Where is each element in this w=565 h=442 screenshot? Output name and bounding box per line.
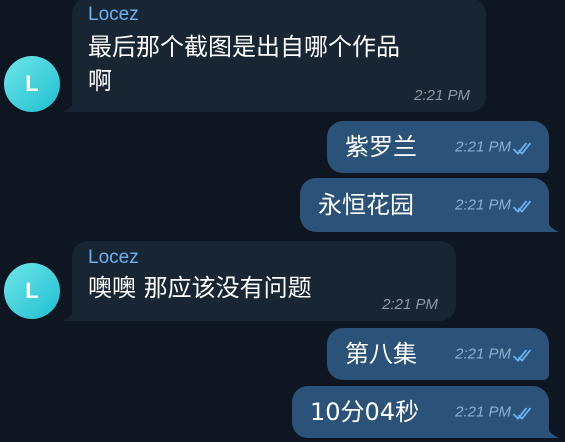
double-check-icon xyxy=(513,407,531,420)
message-text: 最后那个截图是出自哪个作品 啊 xyxy=(88,33,400,95)
avatar[interactable]: L xyxy=(4,56,60,112)
avatar-letter: L xyxy=(25,278,39,303)
incoming-message[interactable]: Locez 最后那个截图是出自哪个作品 啊 2:21 PM xyxy=(72,0,486,112)
double-check-icon xyxy=(513,142,531,155)
sender-name[interactable]: Locez xyxy=(88,4,470,26)
outgoing-message[interactable]: 紫罗兰 2:21 PM xyxy=(327,121,549,173)
avatar-letter: L xyxy=(25,71,39,96)
outgoing-message[interactable]: 永恒花园 2:21 PM xyxy=(300,178,549,232)
outgoing-message[interactable]: 10分04秒 2:21 PM xyxy=(292,386,549,438)
message-time: 2:21 PM xyxy=(414,87,470,104)
double-check-icon xyxy=(513,200,531,213)
message-time: 2:21 PM xyxy=(455,403,511,421)
incoming-message[interactable]: Locez 噢噢 那应该没有问题 2:21 PM xyxy=(72,241,456,321)
bubble-tail xyxy=(545,424,559,438)
message-time: 2:21 PM xyxy=(382,296,438,313)
outgoing-message[interactable]: 第八集 2:21 PM xyxy=(327,328,549,380)
message-time: 2:21 PM xyxy=(455,138,511,156)
double-check-icon xyxy=(513,349,531,362)
bubble-tail xyxy=(545,218,559,232)
avatar[interactable]: L xyxy=(4,263,60,319)
sender-name[interactable]: Locez xyxy=(88,247,440,269)
chat-history[interactable]: Locez 最后那个截图是出自哪个作品 啊 2:21 PM L 紫罗兰 2:21… xyxy=(0,0,565,442)
bubble-tail xyxy=(62,307,76,321)
message-time: 2:21 PM xyxy=(455,196,511,214)
bubble-tail xyxy=(62,98,76,112)
message-time: 2:21 PM xyxy=(455,345,511,363)
